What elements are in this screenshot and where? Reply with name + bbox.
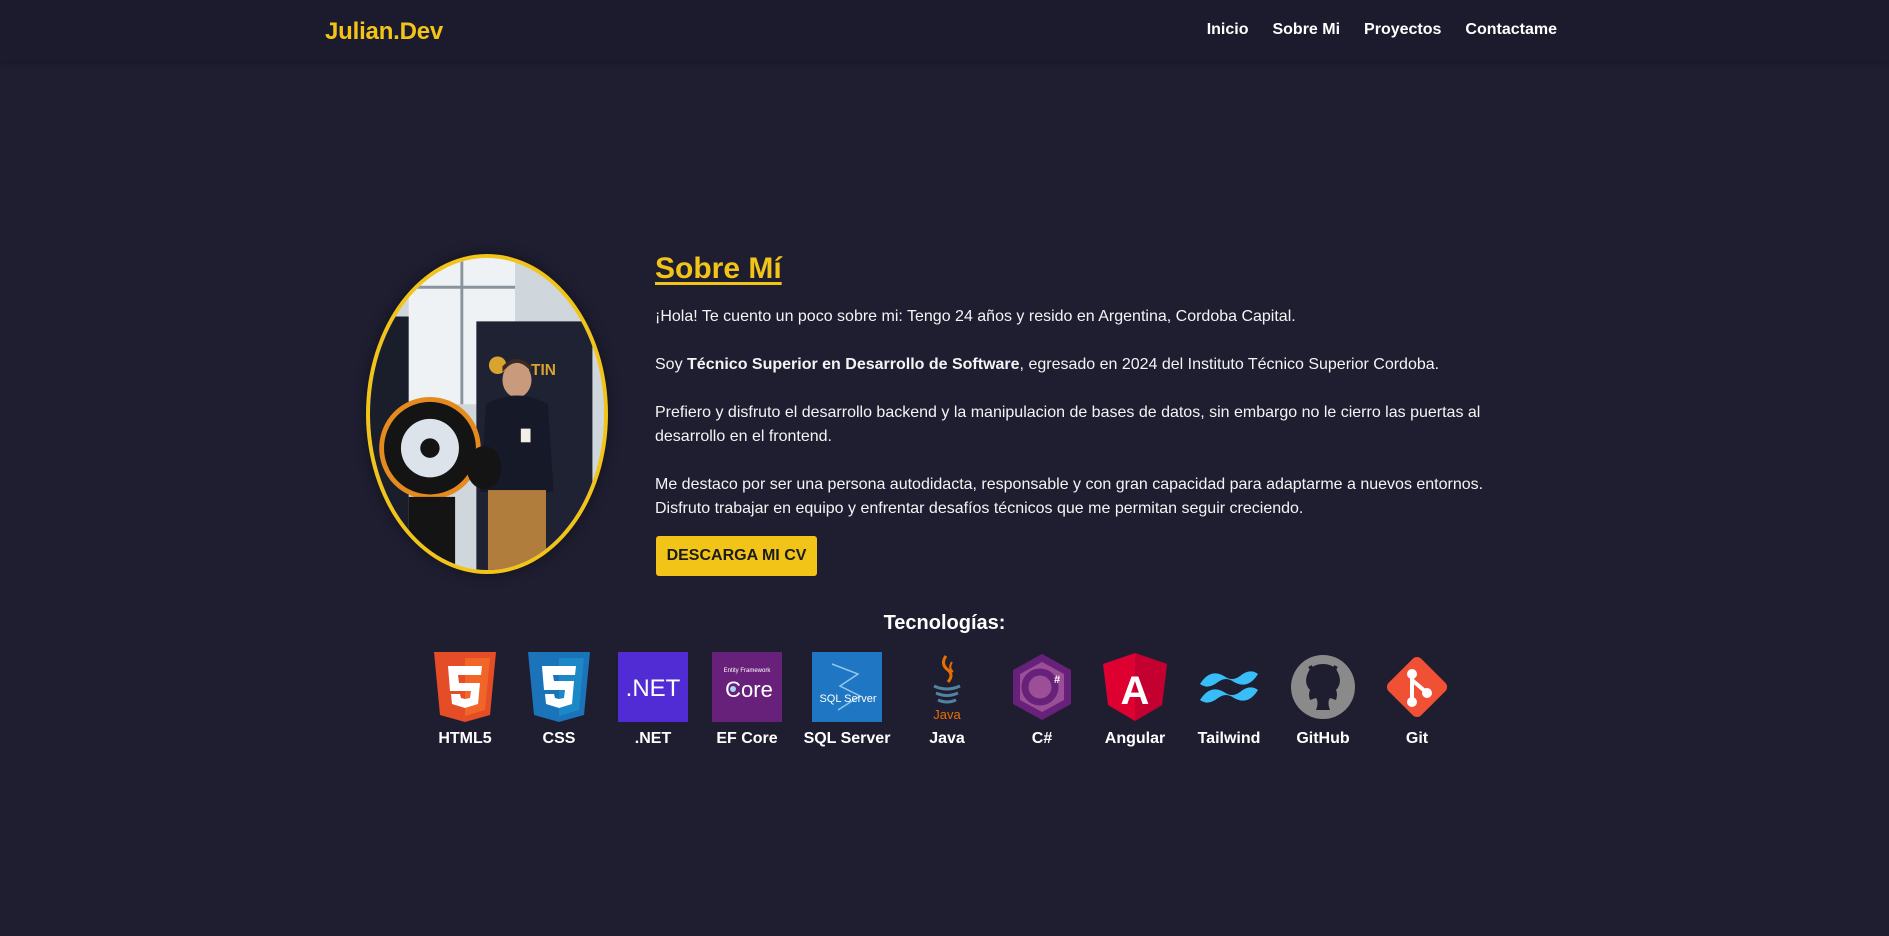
tech-label-dotnet: .NET — [634, 730, 672, 747]
ef-core-icon-subtext: Entity Framework — [724, 668, 772, 674]
dotnet-icon-text: .NET — [626, 675, 681, 702]
git-icon — [1382, 652, 1452, 722]
download-cv-button[interactable]: DESCARGA MI CV — [656, 536, 817, 576]
tech-label-css: CSS — [542, 730, 576, 747]
svg-text:#: # — [1054, 674, 1060, 686]
about-title: Sobre Mí — [655, 252, 782, 285]
profile-photo-illustration: RTIN — [370, 258, 604, 570]
tech-item-github: GitHub — [1278, 652, 1368, 748]
nav-link-proyectos[interactable]: Proyectos — [1364, 21, 1441, 39]
tech-label-github: GitHub — [1296, 730, 1350, 747]
ef-core-icon: Entity Framework Core — [712, 652, 782, 722]
sql-server-icon-text: SQL Server — [819, 693, 876, 705]
about-paragraph-education: Soy Técnico Superior en Desarrollo de So… — [655, 353, 1495, 377]
profile-photo: RTIN — [366, 254, 608, 574]
tech-label-java: Java — [929, 730, 965, 747]
about-paragraph-strengths: Me destaco por ser una persona autodidac… — [655, 476, 1484, 517]
tech-item-sql-server: SQL Server SQL Server — [802, 652, 892, 748]
sql-server-icon: SQL Server — [812, 652, 882, 722]
navbar: Julian.Dev Inicio Sobre Mi Proyectos Con… — [0, 0, 1889, 62]
about-education-suffix: , egresado en 2024 del Instituto Técnico… — [1019, 356, 1440, 373]
about-paragraph-intro: ¡Hola! Te cuento un poco sobre mi: Tengo… — [655, 308, 1296, 325]
csharp-icon: # — [1007, 652, 1077, 722]
java-icon-text: Java — [933, 707, 961, 722]
tech-item-csharp: # C# — [997, 652, 1087, 748]
nav-links: Inicio Sobre Mi Proyectos Contactame — [1207, 21, 1557, 39]
nav-link-sobre-mi[interactable]: Sobre Mi — [1272, 21, 1340, 39]
tailwind-icon — [1194, 652, 1264, 722]
tech-label-sql-server: SQL Server — [803, 730, 891, 747]
about-education-degree: Técnico Superior en Desarrollo de Softwa… — [687, 356, 1020, 373]
tech-label-html5: HTML5 — [438, 730, 492, 747]
tech-item-angular: A Angular — [1090, 652, 1180, 748]
angular-icon: A — [1100, 652, 1170, 722]
nav-link-contactame[interactable]: Contactame — [1465, 21, 1557, 39]
tech-item-html5: HTML5 — [420, 652, 510, 748]
tech-label-csharp: C# — [1031, 730, 1053, 747]
about-education-prefix: Soy — [655, 356, 688, 373]
tech-item-java: Java Java — [902, 652, 992, 748]
tech-label-angular: Angular — [1104, 730, 1166, 747]
about-section: RTIN Sobre Mí ¡Hola! Te cuento un poco s… — [0, 0, 1889, 936]
about-paragraph-preferences: Prefiero y disfruto el desarrollo backen… — [655, 404, 1481, 445]
tech-item-git: Git — [1372, 652, 1462, 748]
html5-icon — [430, 652, 500, 722]
tech-label-ef-core: EF Core — [716, 730, 778, 747]
nav-link-inicio[interactable]: Inicio — [1207, 21, 1249, 39]
tech-item-tailwind: Tailwind — [1184, 652, 1274, 748]
java-icon: Java — [912, 652, 982, 722]
dotnet-icon: .NET — [618, 652, 688, 722]
technologies-title: Tecnologías: — [883, 612, 1006, 634]
tech-item-css: CSS — [514, 652, 604, 748]
tech-label-git: Git — [1405, 730, 1429, 747]
css3-icon — [524, 652, 594, 722]
tech-item-ef-core: Entity Framework Core EF Core — [702, 652, 792, 748]
about-text: ¡Hola! Te cuento un poco sobre mi: Tengo… — [655, 305, 1495, 545]
angular-icon-text: A — [1121, 669, 1150, 713]
tech-label-tailwind: Tailwind — [1197, 730, 1261, 747]
github-icon — [1288, 652, 1358, 722]
tech-item-dotnet: .NET .NET — [608, 652, 698, 748]
brand-logo[interactable]: Julian.Dev — [325, 18, 443, 46]
